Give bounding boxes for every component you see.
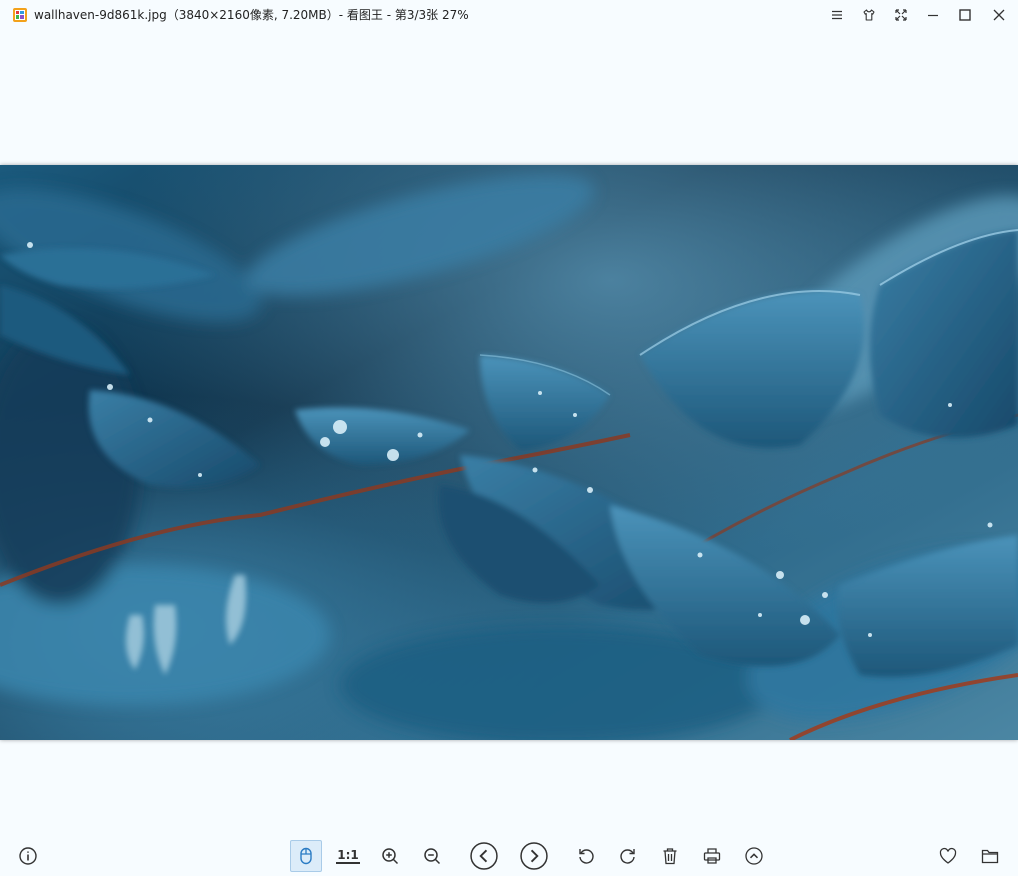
info-icon bbox=[19, 847, 37, 865]
app-logo-icon bbox=[12, 7, 28, 23]
rotate-right-button[interactable] bbox=[612, 840, 644, 872]
menu-button[interactable] bbox=[821, 0, 853, 30]
info-button[interactable] bbox=[12, 840, 44, 872]
maximize-icon bbox=[959, 9, 971, 21]
bottom-toolbar: 1:1 bbox=[0, 838, 1018, 876]
zoom-out-button[interactable] bbox=[416, 840, 448, 872]
menu-icon bbox=[832, 10, 842, 20]
rotate-right-icon bbox=[620, 849, 635, 864]
rotate-left-button[interactable] bbox=[570, 840, 602, 872]
favorite-button[interactable] bbox=[932, 840, 964, 872]
close-icon bbox=[993, 9, 1005, 21]
print-button[interactable] bbox=[696, 840, 728, 872]
print-icon bbox=[703, 848, 721, 864]
zoom-in-button[interactable] bbox=[374, 840, 406, 872]
previous-button[interactable] bbox=[468, 840, 500, 872]
rotate-left-icon bbox=[579, 849, 594, 864]
actual-size-label: 1:1 bbox=[336, 847, 360, 864]
fullscreen-icon bbox=[895, 9, 907, 21]
delete-button[interactable] bbox=[654, 840, 686, 872]
zoom-out-icon bbox=[424, 848, 441, 865]
previous-icon bbox=[470, 842, 498, 870]
fullscreen-button[interactable] bbox=[885, 0, 917, 30]
minimize-button[interactable] bbox=[917, 0, 949, 30]
more-button[interactable] bbox=[738, 840, 770, 872]
next-icon bbox=[520, 842, 548, 870]
skin-button[interactable] bbox=[853, 0, 885, 30]
open-folder-button[interactable] bbox=[974, 840, 1006, 872]
close-button[interactable] bbox=[983, 0, 1015, 30]
mouse-mode-icon bbox=[300, 847, 312, 865]
zoom-in-icon bbox=[382, 848, 399, 865]
skin-icon bbox=[863, 9, 875, 21]
mouse-mode-button[interactable] bbox=[290, 840, 322, 872]
minimize-icon bbox=[928, 14, 938, 17]
photo-blue-leaves bbox=[0, 165, 1018, 740]
photo-display[interactable] bbox=[0, 165, 1018, 740]
delete-icon bbox=[663, 848, 677, 865]
favorite-icon bbox=[939, 847, 957, 864]
more-icon bbox=[745, 847, 763, 865]
actual-size-button[interactable]: 1:1 bbox=[332, 840, 364, 872]
next-button[interactable] bbox=[518, 840, 550, 872]
window-title: wallhaven-9d861k.jpg（3840×2160像素, 7.20MB… bbox=[34, 8, 469, 22]
open-folder-icon bbox=[981, 849, 999, 864]
maximize-button[interactable] bbox=[949, 0, 981, 30]
title-bar: wallhaven-9d861k.jpg（3840×2160像素, 7.20MB… bbox=[0, 0, 1018, 30]
